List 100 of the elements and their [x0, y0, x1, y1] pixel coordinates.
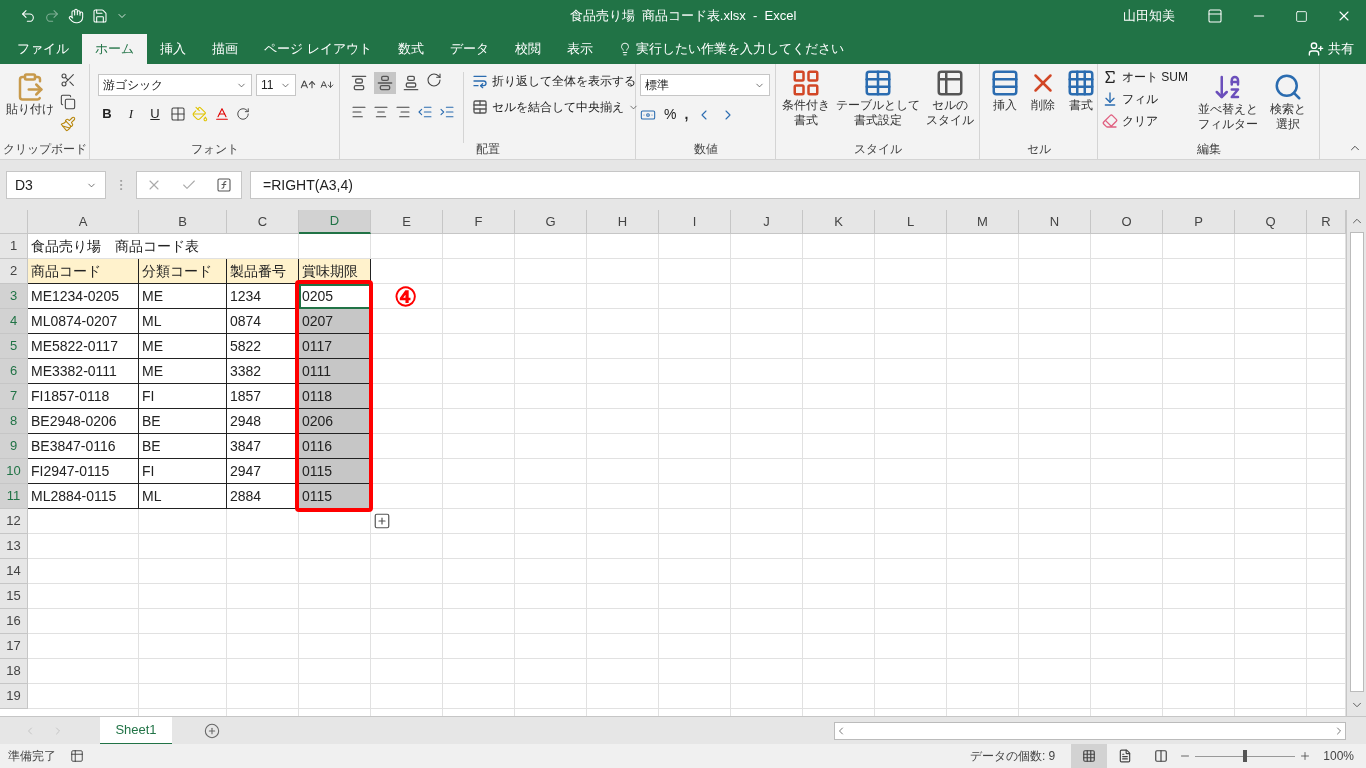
comma-button[interactable]: ,	[684, 104, 689, 125]
cells-button[interactable]: 削除	[1026, 64, 1060, 143]
view-icon	[1118, 749, 1133, 763]
zoom-slider[interactable]	[1195, 750, 1296, 762]
table-cell: FI	[139, 384, 227, 409]
arrow-down-icon	[1102, 91, 1118, 107]
horizontal-scrollbar[interactable]	[834, 721, 1346, 740]
font-name-field[interactable]: 游ゴシック	[98, 74, 252, 96]
cut-icon[interactable]	[60, 72, 76, 88]
column-header[interactable]: D	[299, 210, 371, 234]
increase-indent-icon[interactable]	[439, 104, 455, 120]
restore-icon[interactable]	[1295, 9, 1308, 23]
ribbon-tab[interactable]: ファイル	[4, 34, 82, 64]
add-sheet-icon[interactable]	[204, 722, 220, 739]
align-center-icon[interactable]	[373, 104, 389, 120]
row-header[interactable]: 5	[0, 334, 28, 359]
formula-field[interactable]: =RIGHT(A3,4)	[250, 171, 1360, 199]
group-label: フォント	[190, 143, 239, 155]
style-button[interactable]: テーブルとして 書式設定	[834, 64, 922, 143]
row-header[interactable]: 8	[0, 409, 28, 434]
table-cell: ME1234-0205	[28, 284, 139, 309]
undo-icon[interactable]	[20, 8, 36, 24]
vertical-scrollbar[interactable]	[1346, 210, 1366, 716]
sort-filter-button[interactable]: 並べ替えと フィルター	[1196, 68, 1260, 143]
row-header[interactable]: 12	[0, 509, 28, 534]
row-header[interactable]: 13	[0, 534, 28, 559]
ribbon-tab[interactable]: 数式	[384, 34, 437, 64]
tell-me-field[interactable]: 実行したい作業を入力してください	[635, 39, 844, 59]
table-cell: 分類コード	[139, 259, 227, 284]
underline-button[interactable]: U	[146, 104, 164, 124]
align-left-icon[interactable]	[351, 104, 367, 120]
font-size-field[interactable]: 11	[256, 74, 296, 96]
copy-icon[interactable]	[60, 94, 76, 110]
hand-icon[interactable]	[68, 8, 84, 24]
save-icon[interactable]	[92, 8, 108, 24]
row-header[interactable]: 15	[0, 584, 28, 609]
borders-icon[interactable]	[170, 105, 186, 122]
sigma-icon	[1102, 69, 1118, 85]
share-button[interactable]: 共有	[1296, 34, 1366, 64]
row-header[interactable]: 1	[0, 234, 28, 259]
table-cell: FI1857-0118	[28, 384, 139, 409]
row-header[interactable]: 4	[0, 309, 28, 334]
row-header[interactable]: 16	[0, 609, 28, 634]
ribbon-tab[interactable]: 挿入	[147, 34, 199, 64]
vertical-align-button[interactable]	[374, 72, 396, 94]
ribbon-tab[interactable]: 描画	[199, 34, 251, 64]
name-box[interactable]: D3	[6, 171, 106, 199]
autosum-button[interactable]: オート SUM	[1102, 68, 1188, 86]
slider-thumb[interactable]	[1243, 750, 1248, 762]
view-button[interactable]	[1071, 744, 1108, 768]
row-header[interactable]: 14	[0, 559, 28, 584]
style-button[interactable]: セルの スタイル	[924, 64, 976, 143]
row-header[interactable]: 2	[0, 259, 28, 284]
wrap-text-button[interactable]: 折り返して全体を表示する	[472, 72, 639, 90]
insert-function-icon[interactable]	[215, 177, 232, 193]
orientation-icon[interactable]	[426, 72, 442, 88]
ribbon-options-icon[interactable]	[1207, 8, 1223, 24]
table-cell: 0118	[299, 384, 371, 409]
ribbon-tab[interactable]: ホーム	[82, 34, 147, 64]
row-header[interactable]: 7	[0, 384, 28, 409]
italic-button[interactable]: I	[122, 104, 140, 124]
fill-color-icon[interactable]	[192, 105, 208, 122]
table-cell: BE	[139, 434, 227, 459]
table-icon[interactable]	[70, 749, 84, 763]
paste-button[interactable]: 貼り付け	[4, 68, 56, 143]
ribbon-tab[interactable]: ページ レイアウト	[251, 34, 385, 64]
cells-button[interactable]: 挿入	[988, 64, 1022, 143]
align-right-icon[interactable]	[395, 104, 411, 120]
ribbon-tab[interactable]: 表示	[553, 34, 606, 64]
zoom-in-icon[interactable]	[1299, 750, 1312, 762]
percent-button[interactable]: %	[664, 104, 677, 125]
style-button[interactable]: 条件付き 書式	[780, 64, 832, 143]
merge-center-button[interactable]: セルを結合して中央揃え	[472, 98, 639, 116]
number-format-field[interactable]: 標準	[640, 74, 770, 96]
row-header[interactable]: 9	[0, 434, 28, 459]
brush-icon[interactable]	[60, 116, 76, 132]
zoom-level[interactable]: 100%	[1323, 747, 1354, 765]
cells-button[interactable]: 書式	[1064, 64, 1098, 143]
paste-options-icon[interactable]	[373, 512, 391, 530]
ribbon-tab[interactable]: データ	[436, 34, 502, 64]
row-header[interactable]: 6	[0, 359, 28, 384]
font-color-icon[interactable]	[214, 105, 230, 122]
decrease-indent-icon[interactable]	[417, 104, 433, 120]
table-cell: ML0874-0207	[28, 309, 139, 334]
row-header[interactable]: 19	[0, 684, 28, 709]
find-select-button[interactable]: 検索と 選択	[1268, 68, 1308, 143]
table-cell: BE2948-0206	[28, 409, 139, 434]
table-cell: 食品売り場 商品コード表	[28, 234, 227, 259]
bold-button[interactable]: B	[98, 104, 116, 124]
eraser-icon	[1102, 113, 1118, 129]
row-header[interactable]: 18	[0, 659, 28, 684]
ribbon-tab[interactable]: 校閲	[501, 34, 554, 64]
sheet-tab[interactable]: Sheet1	[100, 716, 172, 745]
row-header[interactable]: 11	[0, 484, 28, 509]
row-header[interactable]: 10	[0, 459, 28, 484]
rotate-icon[interactable]	[236, 106, 250, 121]
clear-button[interactable]: クリア	[1102, 112, 1188, 130]
row-header[interactable]: 3	[0, 284, 28, 309]
row-header[interactable]: 17	[0, 634, 28, 659]
fill-button[interactable]: フィル	[1102, 90, 1188, 108]
